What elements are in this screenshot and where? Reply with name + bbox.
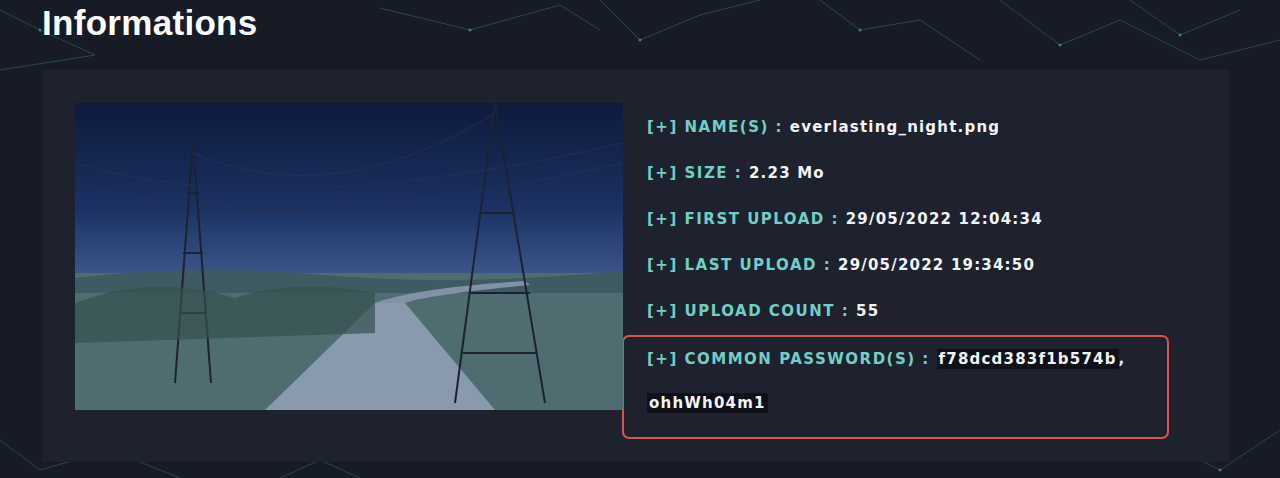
password-value: ohhWh04m1	[647, 393, 768, 413]
page-title: Informations	[0, 0, 1280, 46]
info-value: 2.23 Mo	[749, 164, 825, 182]
info-value: everlasting_night.png	[790, 118, 1000, 136]
passwords-row: [+] COMMON PASSWORD(S) : f78dcd383f1b574…	[647, 337, 1147, 381]
passwords-label: [+] COMMON PASSWORD(S) :	[647, 350, 930, 368]
password-separator: ,	[1119, 350, 1126, 368]
password-value: f78dcd383f1b574b	[937, 349, 1119, 369]
info-label: [+] LAST UPLOAD :	[647, 256, 831, 274]
info-label: [+] UPLOAD COUNT :	[647, 302, 849, 320]
info-label: [+] NAME(S) :	[647, 118, 783, 136]
info-row: [+] NAME(S) : everlasting_night.png	[647, 104, 1169, 150]
info-row: [+] FIRST UPLOAD : 29/05/2022 12:04:34	[647, 196, 1169, 242]
info-label: [+] SIZE :	[647, 164, 742, 182]
passwords-highlight: [+] COMMON PASSWORD(S) : f78dcd383f1b574…	[622, 335, 1169, 439]
info-list: [+] NAME(S) : everlasting_night.png[+] S…	[647, 103, 1169, 439]
info-row: [+] LAST UPLOAD : 29/05/2022 19:34:50	[647, 242, 1169, 288]
info-value: 29/05/2022 19:34:50	[838, 256, 1035, 274]
info-row: [+] UPLOAD COUNT : 55	[647, 288, 1169, 334]
image-preview	[75, 103, 623, 410]
info-card: [+] NAME(S) : everlasting_night.png[+] S…	[42, 70, 1230, 462]
info-value: 29/05/2022 12:04:34	[846, 210, 1043, 228]
passwords-row: ohhWh04m1	[647, 381, 1147, 425]
info-value: 55	[856, 302, 879, 320]
info-label: [+] FIRST UPLOAD :	[647, 210, 839, 228]
info-row: [+] SIZE : 2.23 Mo	[647, 150, 1169, 196]
